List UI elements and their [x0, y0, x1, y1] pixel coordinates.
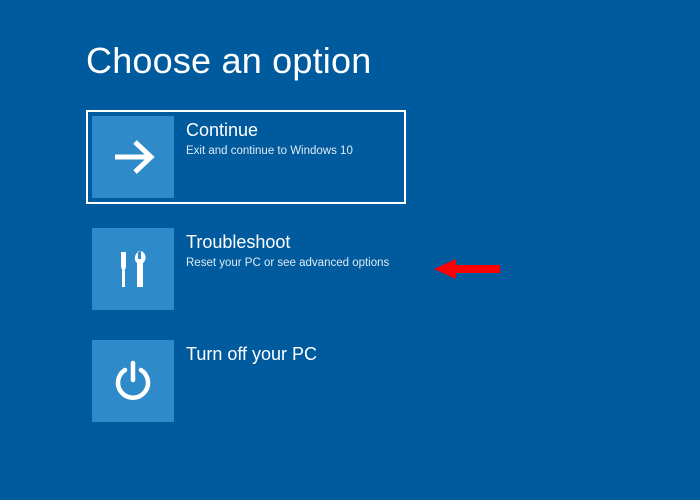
option-text: Troubleshoot Reset your PC or see advanc…	[174, 228, 400, 271]
option-title: Troubleshoot	[186, 232, 400, 254]
page-title: Choose an option	[86, 40, 700, 82]
option-description: Reset your PC or see advanced options	[186, 256, 400, 272]
recovery-options-screen: Choose an option Continue Exit and conti…	[0, 0, 700, 428]
tools-icon	[92, 228, 174, 310]
option-description: Exit and continue to Windows 10	[186, 144, 400, 160]
arrow-right-icon	[92, 116, 174, 198]
option-troubleshoot[interactable]: Troubleshoot Reset your PC or see advanc…	[86, 222, 406, 316]
annotation-arrow-icon	[434, 257, 504, 286]
option-text: Turn off your PC	[174, 340, 400, 368]
option-text: Continue Exit and continue to Windows 10	[174, 116, 400, 159]
option-continue[interactable]: Continue Exit and continue to Windows 10	[86, 110, 406, 204]
option-title: Continue	[186, 120, 400, 142]
option-turn-off[interactable]: Turn off your PC	[86, 334, 406, 428]
power-icon	[92, 340, 174, 422]
option-title: Turn off your PC	[186, 344, 400, 366]
